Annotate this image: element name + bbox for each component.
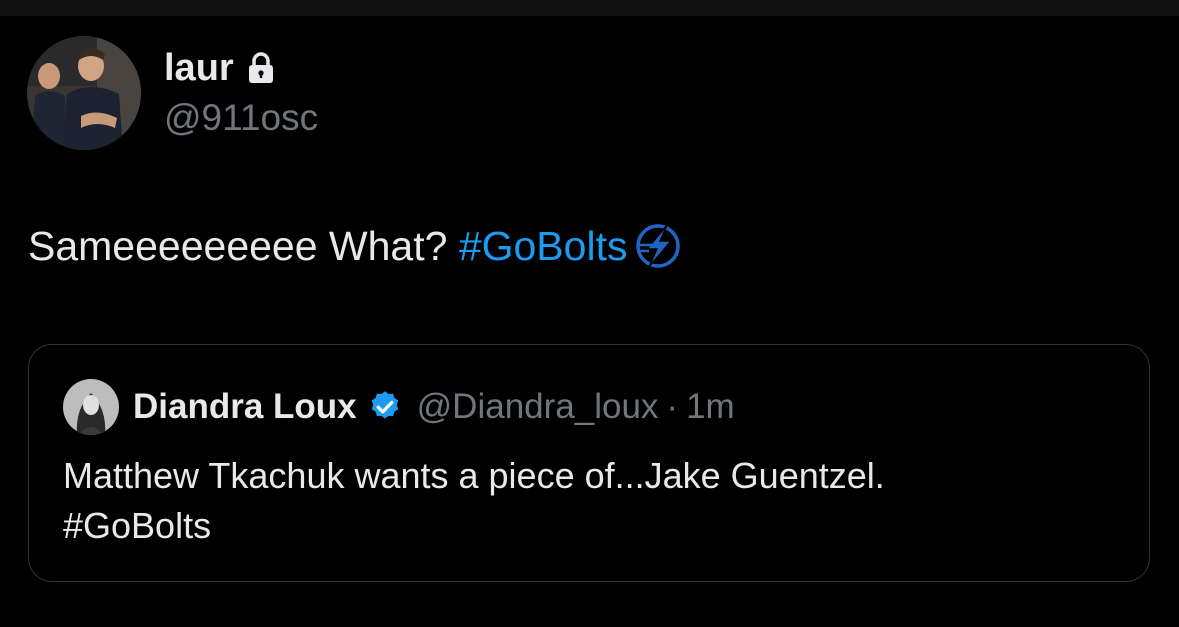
quoted-profile-photo [63,379,119,435]
tweet-text: Sameeeeeeeee What? #GoBolts [28,220,683,272]
quoted-tweet-body: Matthew Tkachuk wants a piece of...Jake … [63,451,1123,551]
tweet-text-plain: Sameeeeeeeee What? [28,223,459,269]
quoted-tweet-header: Diandra Loux @Diandra_loux · 1m [63,379,735,435]
lock-icon [248,52,274,84]
quoted-avatar[interactable] [63,379,119,435]
quoted-body-line-1: Matthew Tkachuk wants a piece of...Jake … [63,455,885,496]
separator-dot: · [666,387,679,426]
quoted-timestamp[interactable]: 1m [686,387,735,427]
author-handle[interactable]: @911osc [164,96,318,140]
display-name[interactable]: laur [164,46,234,90]
top-status-strip [0,0,1179,16]
profile-photo [27,36,141,150]
quoted-display-name[interactable]: Diandra Loux [133,387,357,427]
avatar[interactable] [27,36,141,150]
quoted-handle[interactable]: @Diandra_loux [417,387,659,427]
author-row: laur [164,46,274,90]
verified-badge-icon [367,389,403,425]
quoted-body-line-2: #GoBolts [63,505,212,546]
quoted-tweet-card[interactable]: Diandra Loux @Diandra_loux · 1m Matthew … [28,344,1150,582]
hashtag-link[interactable]: #GoBolts [459,220,628,272]
lightning-bolt-logo-icon [633,221,683,271]
